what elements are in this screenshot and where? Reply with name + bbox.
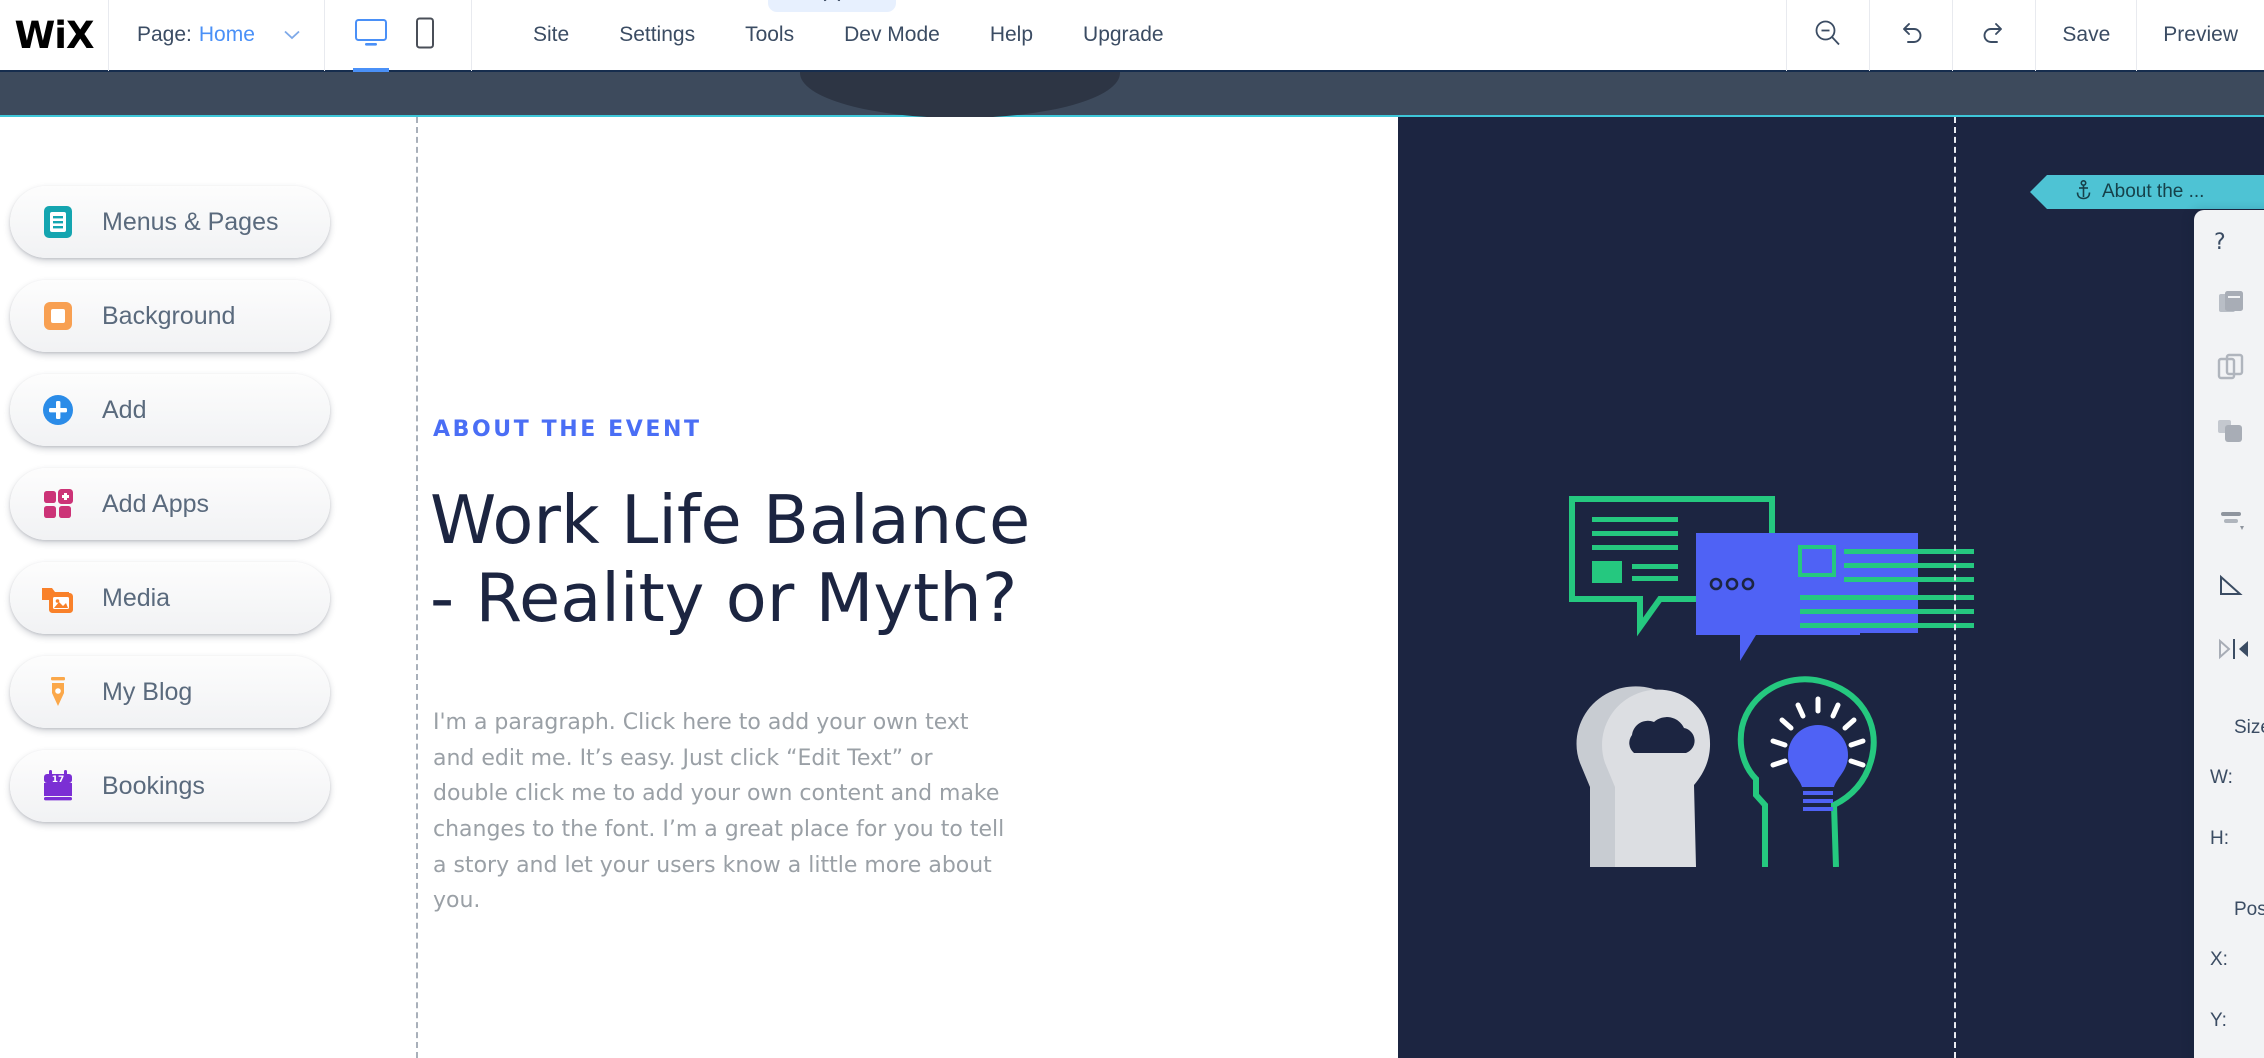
anchor-icon <box>2075 179 2092 205</box>
flip-button[interactable] <box>2194 619 2264 683</box>
communication-ideas-illustration[interactable] <box>1560 487 1980 868</box>
section-heading[interactable]: Work Life Balance - Reality or Myth? <box>430 481 1070 637</box>
right-page-guide <box>1954 117 1956 1058</box>
sidebar-item-label: Menus & Pages <box>102 207 279 236</box>
sidebar-item-bookings[interactable]: 17 Bookings <box>10 750 330 822</box>
question-mark-icon[interactable]: ? <box>2214 230 2226 255</box>
sidebar-item-label: Bookings <box>102 771 205 800</box>
sidebar-item-add-apps[interactable]: Add Apps <box>10 468 330 540</box>
flip-icon <box>2216 636 2252 667</box>
copy-icon <box>2216 352 2246 387</box>
section-paragraph[interactable]: I'm a paragraph. Click here to add your … <box>433 705 1011 919</box>
layers-icon <box>2216 416 2246 451</box>
menu-item-help[interactable]: Help <box>965 0 1058 71</box>
topbar-right-actions: Save Preview <box>1786 0 2264 71</box>
anchor-tab-label: About the ... <box>2102 181 2205 202</box>
anchor-tab[interactable]: About the ... <box>2030 175 2264 209</box>
page-selector-label: Page: <box>137 23 192 46</box>
x-field-label[interactable]: X: <box>2194 941 2264 978</box>
size-section-label: Size <box>2234 717 2264 738</box>
sidebar-item-label: My Blog <box>102 677 193 706</box>
chevron-down-icon <box>282 25 302 45</box>
pen-nib-icon <box>36 670 80 714</box>
sidebar-item-background[interactable]: Background <box>10 280 330 352</box>
add-apps-icon <box>36 482 80 526</box>
background-icon <box>36 294 80 338</box>
desktop-view-button[interactable] <box>349 7 393 72</box>
copy-button[interactable] <box>2194 337 2264 401</box>
position-section-label: Pos <box>2234 899 2264 920</box>
section-kicker[interactable]: ABOUT THE EVENT <box>433 417 702 442</box>
zoom-out-button[interactable] <box>1787 0 1869 71</box>
hero-shape <box>800 72 1120 118</box>
svg-text:17: 17 <box>52 775 65 785</box>
media-folder-icon <box>36 576 80 620</box>
undo-icon <box>1896 18 1926 53</box>
sidebar-item-label: Media <box>102 583 171 612</box>
sidebar-item-label: Add Apps <box>102 489 210 518</box>
device-switcher <box>325 0 471 72</box>
sidebar-item-label: Background <box>102 301 236 330</box>
redo-button[interactable] <box>1953 0 2035 71</box>
wix-logo[interactable]: WiX <box>0 0 108 71</box>
rotate-icon <box>2216 570 2246 605</box>
left-page-guide <box>416 117 418 1058</box>
undo-button[interactable] <box>1870 0 1952 71</box>
sidebar-item-add[interactable]: Add <box>10 374 330 446</box>
sidebar-item-label: Add <box>102 395 147 424</box>
mobile-view-button[interactable] <box>403 7 447 63</box>
duplicate-icon <box>2216 288 2246 323</box>
calendar-icon: 17 <box>36 764 80 808</box>
arrange-button[interactable] <box>2194 401 2264 465</box>
page-selector[interactable]: Page: Home <box>109 0 324 71</box>
height-field-label[interactable]: H: <box>2194 820 2264 857</box>
desktop-icon <box>354 18 388 53</box>
menus-pages-icon <box>36 200 80 244</box>
duplicate-button[interactable] <box>2194 273 2264 337</box>
editor-canvas-area: ABOUT THE EVENT Work Life Balance - Real… <box>0 72 2264 1058</box>
float-toolbar-header: ? <box>2194 224 2264 255</box>
menu-item-site[interactable]: Site <box>508 0 594 71</box>
width-field-label[interactable]: W: <box>2194 759 2264 796</box>
collapse-toolbar-button[interactable] <box>768 0 896 12</box>
preview-button[interactable]: Preview <box>2137 0 2264 71</box>
divider <box>471 0 472 71</box>
zoom-out-icon <box>1813 18 1843 53</box>
sidebar-item-media[interactable]: Media <box>10 562 330 634</box>
add-plus-icon <box>36 388 80 432</box>
y-field-label[interactable]: Y: <box>2194 1002 2264 1039</box>
left-sidebar: Menus & Pages Background Add Add Apps Me… <box>0 186 340 844</box>
element-float-toolbar: ? Siz W: H: Pos X: Y: <box>2194 210 2264 1058</box>
top-toolbar: WiX Page: Home Site Settings Tools Dev M… <box>0 0 2264 72</box>
save-button[interactable]: Save <box>2036 0 2136 71</box>
sidebar-item-menus-pages[interactable]: Menus & Pages <box>10 186 330 258</box>
page-top-strip <box>0 72 2264 118</box>
rotate-button[interactable] <box>2194 555 2264 619</box>
page-selector-value: Home <box>198 23 255 46</box>
redo-icon <box>1979 18 2009 53</box>
align-icon <box>2216 506 2246 541</box>
mobile-icon <box>414 17 436 54</box>
sidebar-item-my-blog[interactable]: My Blog <box>10 656 330 728</box>
menu-item-settings[interactable]: Settings <box>594 0 720 71</box>
chevron-up-icon <box>821 0 843 9</box>
menu-item-upgrade[interactable]: Upgrade <box>1058 0 1189 71</box>
align-button[interactable] <box>2194 491 2264 555</box>
